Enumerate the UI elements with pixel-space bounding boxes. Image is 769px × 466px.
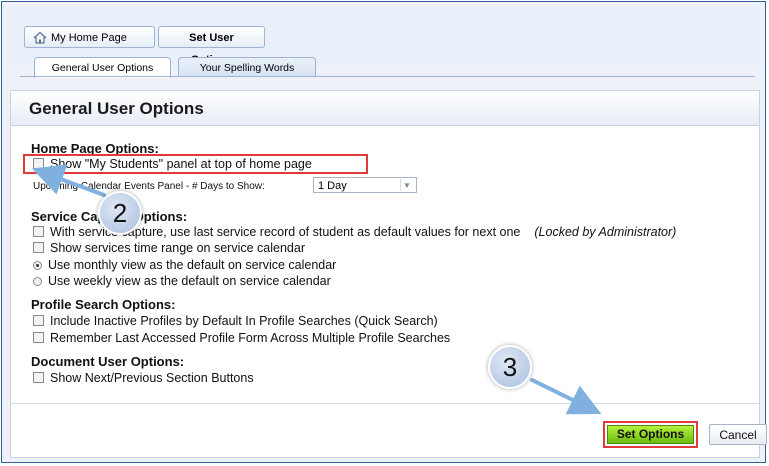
service-time-range-label: Show services time range on service cale… bbox=[50, 241, 305, 255]
monthly-view-radio[interactable] bbox=[33, 261, 42, 270]
inactive-profiles-label: Include Inactive Profiles by Default In … bbox=[50, 314, 438, 328]
panel-title: General User Options bbox=[29, 99, 204, 118]
tab-your-spelling-words[interactable]: Your Spelling Words bbox=[178, 57, 316, 77]
calendar-days-value: 1 Day bbox=[318, 180, 347, 192]
tabs-divider bbox=[20, 76, 755, 77]
callout-step-2: 2 bbox=[98, 191, 142, 235]
home-icon bbox=[33, 31, 47, 44]
weekly-view-radio[interactable] bbox=[33, 277, 42, 286]
option-inactive-profiles[interactable]: Include Inactive Profiles by Default In … bbox=[33, 314, 438, 328]
option-service-time-range[interactable]: Show services time range on service cale… bbox=[33, 241, 305, 255]
breadcrumb-home[interactable]: My Home Page bbox=[24, 26, 155, 48]
option-remember-profile-form[interactable]: Remember Last Accessed Profile Form Acro… bbox=[33, 331, 450, 345]
service-time-range-checkbox[interactable] bbox=[33, 242, 44, 253]
remember-profile-form-checkbox[interactable] bbox=[33, 332, 44, 343]
monthly-view-label: Use monthly view as the default on servi… bbox=[48, 258, 337, 272]
app-frame: My Home Page Set User Options General Us… bbox=[1, 1, 767, 463]
calendar-days-label: Upcoming Calendar Events Panel - # Days … bbox=[33, 181, 265, 192]
cancel-button[interactable]: Cancel bbox=[709, 424, 767, 445]
show-my-students-highlight bbox=[23, 154, 368, 174]
service-last-record-checkbox[interactable] bbox=[33, 226, 44, 237]
set-options-highlight: Set Options bbox=[603, 421, 698, 448]
options-panel: General User Options Home Page Options: … bbox=[10, 90, 767, 458]
option-monthly-view[interactable]: Use monthly view as the default on servi… bbox=[33, 258, 336, 272]
tab-general-user-options[interactable]: General User Options bbox=[34, 57, 171, 78]
set-options-button[interactable]: Set Options bbox=[607, 425, 694, 444]
weekly-view-label: Use weekly view as the default on servic… bbox=[48, 274, 331, 288]
panel-header: General User Options bbox=[11, 91, 759, 126]
section-title-document: Document User Options: bbox=[31, 354, 185, 369]
chevron-down-icon: ▼ bbox=[400, 179, 413, 191]
section-title-profile: Profile Search Options: bbox=[31, 297, 176, 312]
breadcrumb-current: Set User Options bbox=[158, 26, 265, 66]
option-weekly-view[interactable]: Use weekly view as the default on servic… bbox=[33, 274, 331, 288]
option-next-prev-buttons[interactable]: Show Next/Previous Section Buttons bbox=[33, 371, 254, 385]
remember-profile-form-label: Remember Last Accessed Profile Form Acro… bbox=[50, 331, 451, 345]
next-prev-buttons-checkbox[interactable] bbox=[33, 372, 44, 383]
footer-divider bbox=[11, 403, 759, 404]
next-prev-buttons-label: Show Next/Previous Section Buttons bbox=[50, 371, 254, 385]
calendar-days-select[interactable]: 1 Day ▼ bbox=[313, 177, 417, 193]
callout-step-3: 3 bbox=[488, 345, 532, 389]
locked-note: (Locked by Administrator) bbox=[534, 225, 677, 239]
inactive-profiles-checkbox[interactable] bbox=[33, 315, 44, 326]
breadcrumb-home-label: My Home Page bbox=[51, 32, 127, 44]
